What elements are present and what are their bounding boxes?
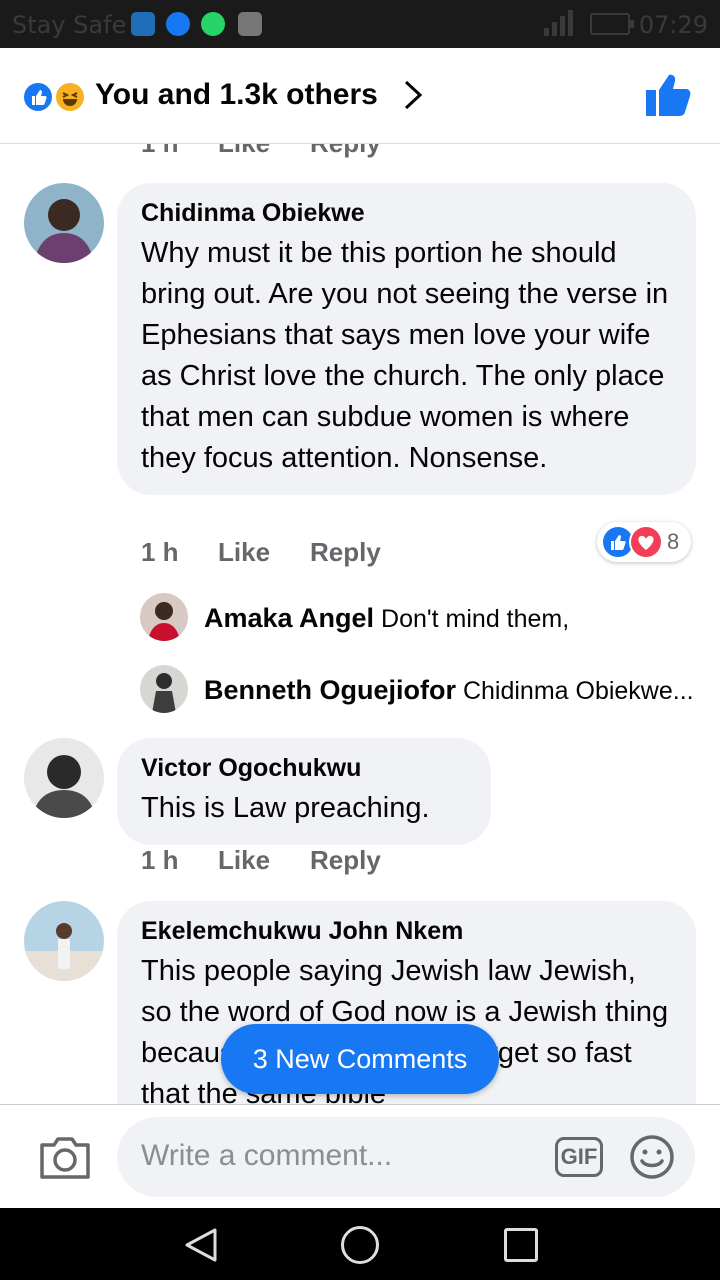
status-bar: Stay Safe 07:29 — [0, 0, 720, 48]
comment-author[interactable]: Ekelemchukwu John Nkem — [141, 915, 672, 947]
comment-text: This is Law preaching. — [141, 792, 430, 824]
like-link[interactable]: Like — [218, 845, 270, 876]
reply-author[interactable]: Amaka Angel — [204, 603, 374, 633]
comment-placeholder: Write a comment... — [141, 1139, 393, 1172]
facebook-icon — [166, 12, 190, 36]
comment-reactions[interactable]: 8 — [597, 522, 691, 562]
reply-preview[interactable]: Benneth Oguejiofor Chidinma Obiekwe... — [204, 674, 694, 707]
reply-text: Chidinma Obiekwe... — [462, 677, 694, 705]
reply-author[interactable]: Benneth Oguejiofor — [204, 675, 456, 705]
haha-reaction-icon — [54, 81, 86, 113]
comment-input[interactable]: Write a comment... GIF — [117, 1117, 695, 1197]
avatar[interactable] — [24, 183, 104, 263]
avatar[interactable] — [140, 665, 188, 713]
comments-sheet: You and 1.3k others 1 h Like Reply Chidi… — [0, 48, 720, 1110]
comment-time: 1 h — [141, 845, 179, 875]
comment-text: Why must it be this portion he should br… — [141, 237, 669, 474]
comment-time: 1 h — [141, 537, 179, 567]
app-notification-icon — [131, 12, 155, 36]
reply-link[interactable]: Reply — [310, 845, 381, 876]
like-button-icon[interactable] — [644, 72, 692, 118]
avatar[interactable] — [24, 901, 104, 981]
comment-bubble[interactable]: Victor Ogochukwu This is Law preaching. — [117, 738, 491, 845]
gif-button[interactable]: GIF — [555, 1137, 603, 1177]
comment-author[interactable]: Chidinma Obiekwe — [141, 197, 672, 229]
love-reaction-icon — [629, 525, 663, 559]
reply-link[interactable]: Reply — [310, 537, 381, 568]
like-link[interactable]: Like — [218, 537, 270, 568]
battery-icon — [590, 13, 634, 35]
avatar[interactable] — [140, 593, 188, 641]
recent-apps-icon[interactable] — [504, 1228, 538, 1262]
clock: 07:29 — [638, 11, 708, 39]
camera-icon[interactable] — [38, 1133, 92, 1181]
avatar[interactable] — [24, 738, 104, 818]
comment-author[interactable]: Victor Ogochukwu — [141, 752, 467, 784]
comment-bubble[interactable]: Chidinma Obiekwe Why must it be this por… — [117, 183, 696, 495]
new-comments-button[interactable]: 3 New Comments — [221, 1024, 499, 1094]
signal-icon — [544, 10, 573, 36]
like-reaction-icon — [22, 81, 54, 113]
reply-preview[interactable]: Amaka Angel Don't mind them, — [204, 602, 569, 635]
reaction-count: 8 — [667, 529, 680, 554]
emoji-icon[interactable] — [629, 1134, 675, 1180]
reactions-header[interactable]: You and 1.3k others — [0, 48, 720, 144]
chevron-right-icon[interactable] — [400, 78, 428, 112]
home-icon[interactable] — [341, 1226, 379, 1264]
system-nav-bar — [0, 1208, 720, 1280]
back-icon[interactable] — [181, 1226, 221, 1264]
comment-composer: Write a comment... GIF — [0, 1104, 720, 1208]
reactions-summary[interactable]: You and 1.3k others — [95, 78, 378, 112]
reply-text: Don't mind them, — [381, 605, 570, 633]
carrier-label: Stay Safe — [12, 11, 127, 39]
gallery-icon — [238, 12, 262, 36]
whatsapp-icon — [201, 12, 225, 36]
